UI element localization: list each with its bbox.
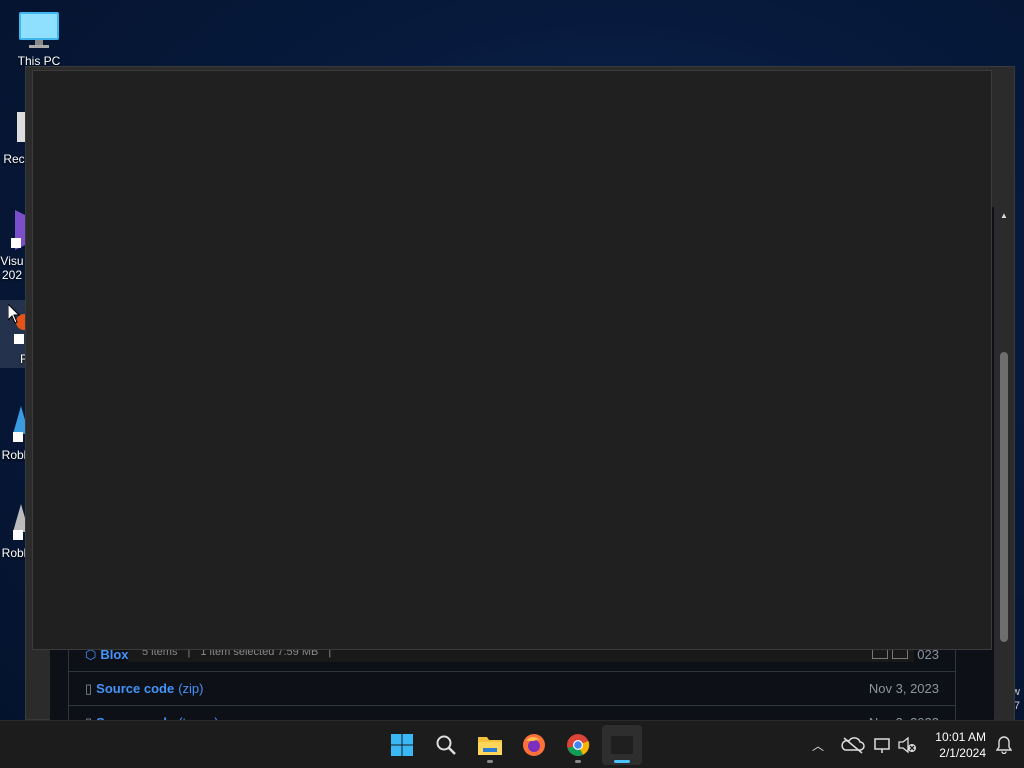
chrome-icon [567, 734, 590, 756]
volume-muted-icon[interactable] [896, 735, 918, 755]
asset-date: Nov 3, 2023 [868, 681, 939, 696]
taskbar: ︿ 10:01 AM 2/1/2024 [0, 720, 1024, 768]
chrome-button[interactable] [558, 725, 598, 765]
asset-link[interactable]: ▯ Source code (zip) [85, 681, 203, 697]
onedrive-off-icon[interactable] [838, 735, 868, 755]
desktop-icon-label: Visu 202 [0, 254, 24, 282]
windows-logo-icon [391, 734, 413, 756]
search-icon [436, 735, 456, 755]
active-app-icon [611, 736, 633, 754]
folder-icon [478, 737, 502, 755]
release-asset-row[interactable]: ▯ Source code (zip) Nov 3, 2023 [69, 671, 955, 705]
clock-time: 10:01 AM [935, 730, 986, 744]
desktop-icon-label: Robl [1, 546, 27, 560]
blank-app-window[interactable] [32, 70, 992, 650]
file-explorer-button[interactable] [470, 725, 510, 765]
desktop-icon-this-pc[interactable]: This PC [9, 10, 69, 68]
mouse-cursor-icon [8, 304, 20, 324]
running-indicator [487, 760, 493, 763]
network-icon[interactable] [872, 735, 894, 755]
monitor-icon [19, 12, 59, 48]
desktop-icon-label: Robl [1, 448, 27, 462]
taskbar-clock[interactable]: 10:01 AM 2/1/2024 [935, 729, 986, 761]
firefox-icon [523, 734, 545, 756]
notification-bell-icon[interactable] [996, 736, 1012, 754]
running-indicator [575, 760, 581, 763]
clock-date: 2/1/2024 [939, 746, 986, 760]
start-button[interactable] [382, 725, 422, 765]
active-indicator [614, 760, 630, 763]
scroll-up-icon[interactable]: ▲ [995, 211, 1013, 220]
search-button[interactable] [426, 725, 466, 765]
file-zip-icon: ▯ [85, 680, 93, 696]
scroll-thumb[interactable] [1000, 352, 1008, 642]
active-app-button[interactable] [602, 725, 642, 765]
desktop-icon-label: Rec [3, 152, 25, 166]
visual-studio-icon [11, 210, 27, 250]
browser-scrollbar[interactable]: ▲ [995, 207, 1013, 721]
firefox-button[interactable] [514, 725, 554, 765]
chevron-up-icon[interactable]: ︿ [806, 737, 830, 754]
system-tray: ︿ [806, 721, 918, 768]
